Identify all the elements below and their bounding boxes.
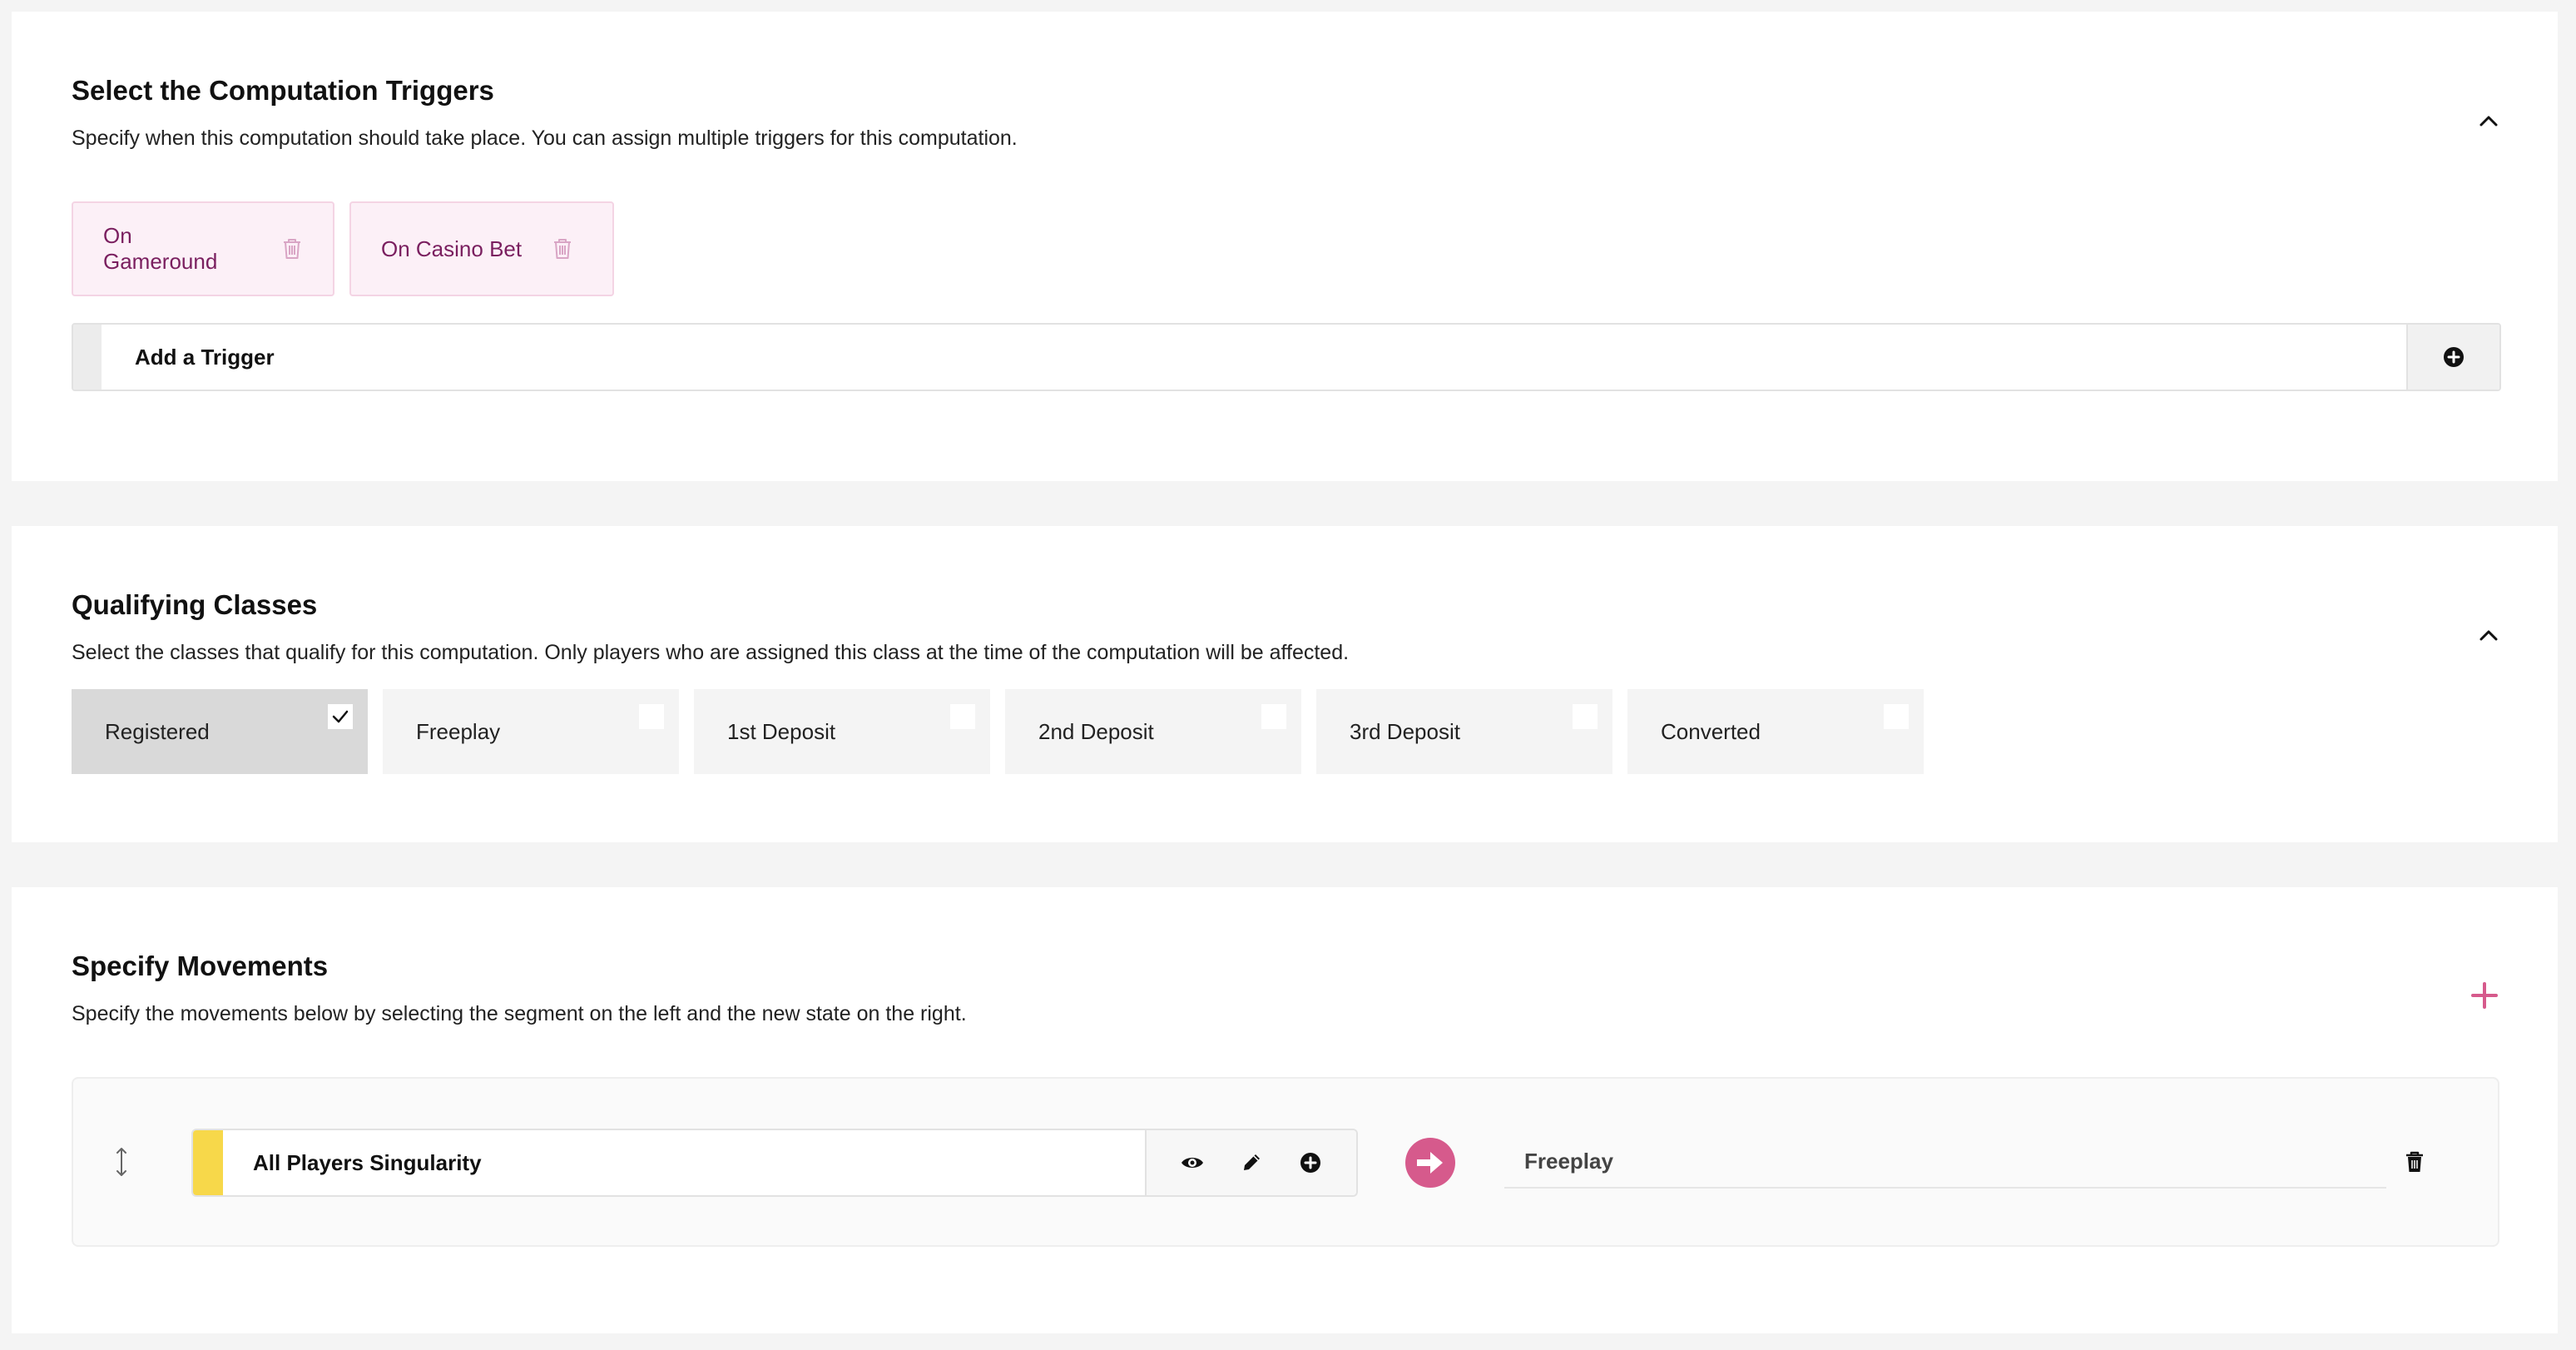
plus-circle-icon[interactable] (1298, 1150, 1323, 1175)
drag-handle-icon[interactable] (115, 1145, 128, 1179)
movements-description: Specify the movements below by selecting… (72, 1002, 967, 1025)
class-option-3rd-deposit[interactable]: 3rd Deposit (1316, 689, 1612, 774)
triggers-title: Select the Computation Triggers (72, 75, 494, 106)
trash-icon[interactable] (2405, 1150, 2425, 1174)
class-option-label: Converted (1661, 719, 1761, 744)
class-checkbox[interactable] (1573, 704, 1598, 729)
target-state-label: Freeplay (1524, 1149, 1613, 1174)
class-checkbox[interactable] (639, 704, 664, 729)
segment-color-swatch (193, 1130, 223, 1195)
trigger-chip-label: On Casino Bet (381, 236, 523, 261)
triggers-panel: Select the Computation Triggers Specify … (12, 12, 2558, 481)
trash-icon[interactable] (281, 237, 303, 261)
class-checkbox[interactable] (950, 704, 975, 729)
class-option-label: Registered (105, 719, 210, 744)
class-option-label: 3rd Deposit (1350, 719, 1460, 744)
chevron-up-icon[interactable] (2476, 623, 2501, 648)
check-icon (332, 710, 349, 723)
eye-icon[interactable] (1180, 1150, 1205, 1175)
trigger-chip[interactable]: On Casino Bet (349, 201, 614, 296)
classes-title: Qualifying Classes (72, 589, 318, 620)
add-trigger-field[interactable]: Add a Trigger (72, 323, 2501, 391)
class-option-freeplay[interactable]: Freeplay (383, 689, 679, 774)
arrow-right-circle-icon (1404, 1137, 1456, 1189)
pencil-icon[interactable] (1239, 1150, 1264, 1175)
class-checkbox[interactable] (328, 704, 353, 729)
add-trigger-button[interactable] (2406, 325, 2499, 390)
trigger-chip-label: On Gameround (103, 223, 218, 274)
class-option-label: 1st Deposit (727, 719, 836, 744)
segment-actions (1145, 1130, 1356, 1195)
class-option-registered[interactable]: Registered (72, 689, 368, 774)
classes-description: Select the classes that qualify for this… (72, 641, 1350, 664)
movement-row: All Players Singularity Freeplay (72, 1077, 2499, 1247)
add-trigger-stripe (73, 325, 102, 390)
add-trigger-label: Add a Trigger (135, 345, 275, 370)
triggers-description: Specify when this computation should tak… (72, 127, 1018, 150)
class-option-2nd-deposit[interactable]: 2nd Deposit (1005, 689, 1301, 774)
segment-select[interactable]: All Players Singularity (191, 1129, 1358, 1197)
class-option-converted[interactable]: Converted (1627, 689, 1924, 774)
segment-label[interactable]: All Players Singularity (253, 1130, 482, 1195)
plus-icon[interactable] (2469, 980, 2499, 1010)
target-state-select[interactable]: Freeplay (1504, 1134, 2386, 1189)
class-checkbox[interactable] (1261, 704, 1286, 729)
movements-panel: Specify Movements Specify the movements … (12, 887, 2558, 1333)
classes-panel: Qualifying Classes Select the classes th… (12, 526, 2558, 842)
trash-icon[interactable] (552, 237, 573, 261)
class-option-label: Freeplay (416, 719, 501, 744)
class-option-1st-deposit[interactable]: 1st Deposit (694, 689, 990, 774)
class-checkbox[interactable] (1884, 704, 1909, 729)
movements-title: Specify Movements (72, 950, 329, 981)
chevron-up-icon[interactable] (2476, 108, 2501, 133)
trigger-chip[interactable]: On Gameround (72, 201, 334, 296)
plus-circle-icon (2442, 345, 2465, 369)
class-option-label: 2nd Deposit (1038, 719, 1154, 744)
